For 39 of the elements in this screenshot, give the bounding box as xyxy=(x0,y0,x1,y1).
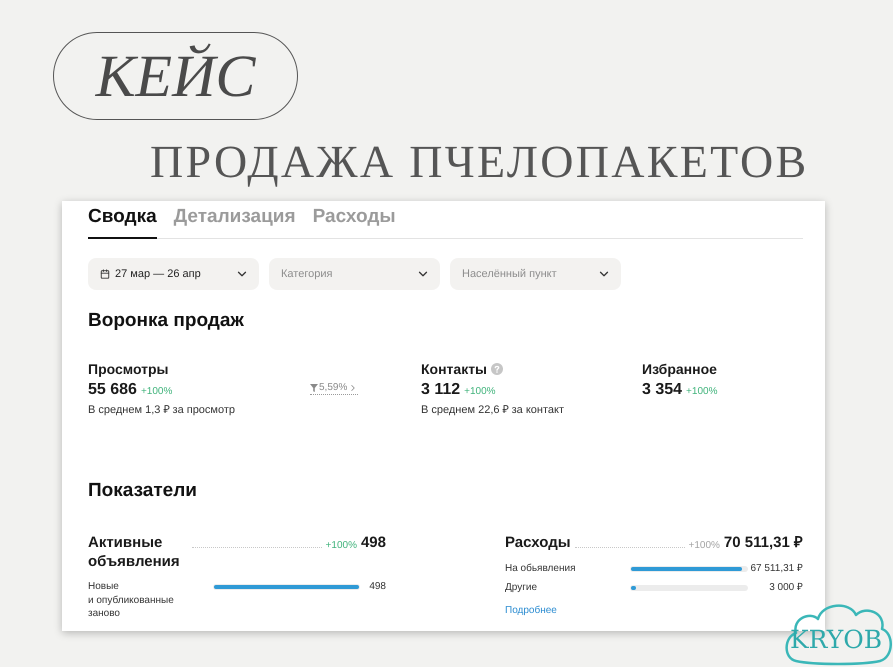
calendar-icon xyxy=(100,269,110,279)
date-range-select[interactable]: 27 мар — 26 апр xyxy=(88,258,259,290)
metric-note: В среднем 22,6 ₽ за контакт xyxy=(421,403,565,417)
change-percent: +100% xyxy=(140,385,172,399)
case-badge: КЕЙС xyxy=(53,32,298,120)
panel-total: 498 xyxy=(360,533,386,552)
change-percent: +100% xyxy=(464,385,496,399)
panel-total: 70 511,31 ₽ xyxy=(724,533,803,552)
row-value: 498 xyxy=(368,580,386,594)
logo-text: KRYOB xyxy=(790,627,882,653)
row-value: 67 511,31 ₽ xyxy=(749,562,803,576)
metric-value: 55 686 xyxy=(88,380,137,400)
metric-label: Избранное xyxy=(642,360,717,378)
section-title: Показатели xyxy=(88,479,197,503)
row-value: 3 000 ₽ xyxy=(768,581,803,594)
metric-value: 3 112 xyxy=(421,380,460,400)
conversion-link[interactable]: 5,59% xyxy=(310,382,358,395)
more-link[interactable]: Подробнее xyxy=(505,603,557,618)
select-field[interactable]: Категория xyxy=(269,258,440,290)
metric-value: 3 354 xyxy=(642,380,682,400)
change-percent: +100% xyxy=(326,539,357,553)
change-percent: +100% xyxy=(686,385,718,399)
slide-title: ПРОДАЖА ПЧЕЛОПАКЕТОВ xyxy=(150,138,808,186)
metric-note: В среднем 1,3 ₽ за просмотр xyxy=(88,403,236,417)
section-title: Воронка продаж xyxy=(88,309,244,333)
change-percent: +100% xyxy=(688,539,720,553)
row-label: На обьявления xyxy=(505,562,576,576)
row-label: Новые и опубликованные заново xyxy=(88,580,175,620)
tab[interactable]: Расходы xyxy=(312,205,396,239)
row-label: Другие xyxy=(505,581,538,594)
tab[interactable]: Детализация xyxy=(174,205,296,239)
tab[interactable]: Сводка xyxy=(88,205,157,239)
funnel-icon xyxy=(310,384,318,392)
metric-label: Контакты xyxy=(421,360,488,378)
help-icon[interactable] xyxy=(491,363,504,375)
panel-title: Расходы xyxy=(505,533,571,552)
metric-label: Просмотры xyxy=(88,360,169,378)
panel-title: Активные объявления xyxy=(88,533,181,571)
select-field[interactable]: Населённый пункт xyxy=(450,258,621,290)
